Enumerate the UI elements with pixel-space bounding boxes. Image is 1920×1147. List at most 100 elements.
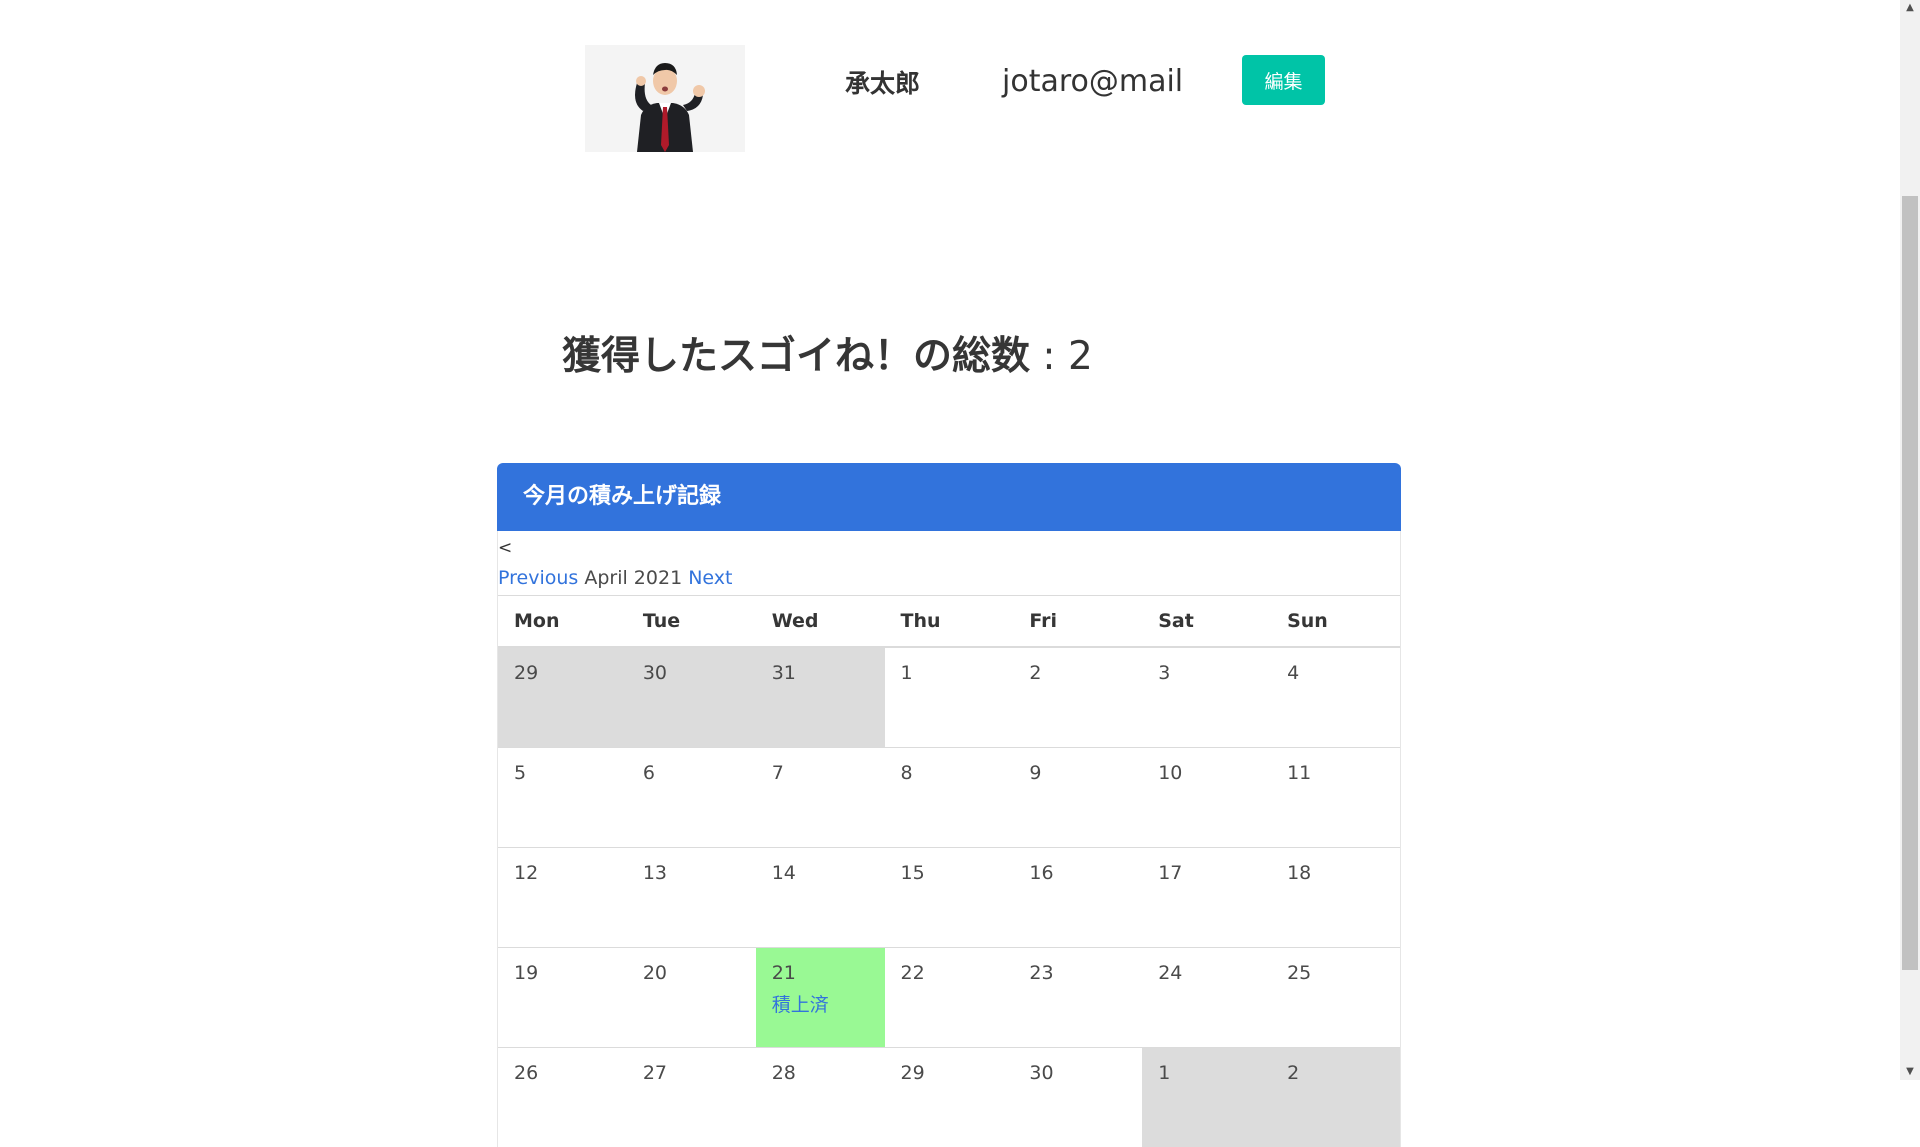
day-number: 8 [900, 761, 913, 784]
day-number: 12 [514, 861, 539, 884]
weekday-header-sat: Sat [1142, 595, 1272, 648]
weekday-header-row: Mon Tue Wed Thu Fri Sat Sun [498, 595, 1400, 648]
calendar-day-cell[interactable]: 7 [755, 746, 885, 847]
month-navigation: Previous April 2021 Next [498, 565, 1400, 591]
day-number: 27 [642, 1061, 668, 1084]
previous-month-link[interactable]: Previous [498, 567, 578, 589]
calendar-day-cell[interactable]: 29 [498, 646, 627, 747]
day-number: 6 [642, 761, 655, 784]
calendar-body: < Previous April 2021 Next Mon Tue Wed Thu F… [497, 531, 1401, 1147]
calendar-day-cell[interactable]: 8 [884, 746, 1014, 847]
businessman-photo-icon [585, 45, 745, 152]
day-number: 30 [1029, 1061, 1054, 1084]
weekday-header-thu: Thu [884, 595, 1014, 648]
user-name: 承太郎 [845, 69, 921, 98]
day-number: 25 [1287, 961, 1312, 984]
next-month-link[interactable]: Next [688, 567, 732, 589]
calendar-day-cell[interactable]: 31 [755, 646, 885, 747]
current-month-label: April 2021 [584, 567, 683, 589]
calendar-day-cell[interactable]: 1 [884, 646, 1014, 747]
day-number: 29 [514, 662, 539, 684]
weekday-header-sun: Sun [1271, 595, 1400, 648]
calendar-day-cell[interactable]: 11 [1271, 746, 1400, 847]
total-separator: : [1030, 334, 1068, 379]
day-number: 17 [1158, 861, 1183, 884]
calendar-day-cell[interactable]: 18 [1271, 846, 1400, 947]
calendar-day-cell[interactable]: 9 [1013, 746, 1143, 847]
day-number: 2 [1287, 1061, 1300, 1084]
calendar-day-cell[interactable]: 22 [884, 946, 1014, 1047]
calendar-day-cell[interactable]: 12 [498, 846, 627, 947]
calendar-day-cell[interactable]: 4 [1271, 646, 1400, 747]
day-number: 15 [900, 861, 925, 884]
day-number: 13 [642, 861, 668, 884]
day-number: 2 [1029, 662, 1042, 684]
calendar-day-cell[interactable]: 19 [498, 946, 627, 1047]
calendar-day-cell[interactable]: 2 [1013, 646, 1143, 747]
calendar-day-cell[interactable]: 13 [626, 846, 756, 947]
calendar-day-cell[interactable]: 28 [755, 1046, 885, 1147]
calendar-day-cell[interactable]: 10 [1142, 746, 1272, 847]
calendar-day-cell[interactable]: 20 [626, 946, 756, 1047]
day-number: 28 [771, 1061, 796, 1084]
calendar-week-row: 29 30 31 1 2 3 4 [498, 646, 1400, 747]
day-number: 21 [771, 961, 796, 984]
day-number: 11 [1287, 761, 1312, 784]
day-number: 31 [771, 662, 796, 684]
calendar-day-cell[interactable]: 17 [1142, 846, 1272, 947]
day-number: 29 [900, 1061, 925, 1084]
day-number: 30 [642, 662, 668, 684]
stack-done-link[interactable]: 積上済 [772, 990, 885, 1017]
calendar-day-cell[interactable]: 24 [1142, 946, 1272, 1047]
user-email: jotaro@mail [1002, 64, 1184, 99]
calendar-day-cell[interactable]: 25 [1271, 946, 1400, 1047]
calendar-day-cell[interactable]: 26 [498, 1046, 627, 1147]
day-number: 19 [514, 961, 539, 984]
day-number: 3 [1158, 662, 1171, 684]
weekday-header-tue: Tue [626, 595, 756, 648]
day-number: 18 [1287, 861, 1312, 884]
day-number: 1 [900, 662, 913, 684]
prev-symbol: < [498, 538, 513, 558]
calendar-week-row: 5 6 7 8 9 10 11 [498, 746, 1400, 847]
page-scrollbar[interactable]: ▲ ▼ [1900, 0, 1920, 1080]
calendar-table: Mon Tue Wed Thu Fri Sat Sun 29 30 31 1 2 3 4 5 6 7 8 9 10 1… [498, 595, 1400, 1147]
calendar-day-cell[interactable]: 23 [1013, 946, 1143, 1047]
calendar-week-row: 26 27 28 29 30 1 2 [498, 1046, 1400, 1147]
day-number: 10 [1158, 761, 1183, 784]
weekday-header-mon: Mon [498, 595, 627, 648]
avatar [585, 45, 745, 152]
calendar-day-cell[interactable]: 16 [1013, 846, 1143, 947]
calendar-day-cell[interactable]: 2 [1271, 1046, 1400, 1147]
scrollbar-thumb[interactable] [1902, 196, 1918, 970]
day-number: 26 [514, 1061, 539, 1084]
day-number: 9 [1029, 761, 1042, 784]
edit-profile-button[interactable]: 編集 [1242, 55, 1325, 105]
calendar-day-cell[interactable]: 15 [884, 846, 1014, 947]
calendar-week-row: 12 13 14 15 16 17 18 [498, 846, 1400, 947]
calendar-card: 今月の積み上げ記録 < Previous April 2021 Next Mon… [497, 463, 1401, 1147]
scroll-down-arrow-icon[interactable]: ▼ [1900, 1064, 1920, 1080]
calendar-day-cell[interactable]: 30 [626, 646, 756, 747]
day-number: 1 [1158, 1061, 1171, 1084]
calendar-day-cell[interactable]: 29 [884, 1046, 1014, 1147]
calendar-day-cell[interactable]: 3 [1142, 646, 1272, 747]
weekday-header-fri: Fri [1013, 595, 1143, 648]
calendar-day-cell[interactable]: 1 [1142, 1046, 1272, 1147]
total-sugoine-count: 獲得したスゴイね！の総数 : 2 [562, 325, 1093, 381]
day-number: 7 [771, 761, 784, 784]
total-label: 獲得したスゴイね！の総数 [562, 334, 1031, 379]
day-number: 14 [771, 861, 796, 884]
day-number: 5 [514, 761, 527, 784]
day-number: 20 [642, 961, 668, 984]
calendar-day-cell[interactable]: 14 [755, 846, 885, 947]
scroll-up-arrow-icon[interactable]: ▲ [1900, 0, 1920, 16]
weekday-header-wed: Wed [755, 595, 885, 648]
calendar-title: 今月の積み上げ記録 [497, 463, 1401, 531]
calendar-day-cell[interactable]: 21 積上済 [755, 946, 885, 1047]
calendar-day-cell[interactable]: 5 [498, 746, 627, 847]
calendar-day-cell[interactable]: 30 [1013, 1046, 1143, 1147]
day-number: 22 [900, 961, 925, 984]
calendar-day-cell[interactable]: 6 [626, 746, 756, 847]
calendar-day-cell[interactable]: 27 [626, 1046, 756, 1147]
